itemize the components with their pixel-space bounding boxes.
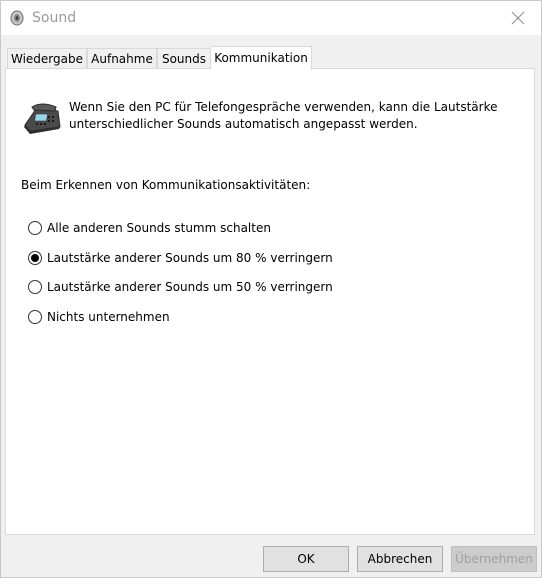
option-label: Nichts unternehmen	[47, 310, 170, 324]
option-label: Alle anderen Sounds stumm schalten	[47, 221, 271, 235]
close-button[interactable]	[495, 1, 541, 35]
tab-wiedergabe[interactable]: Wiedergabe	[7, 48, 87, 69]
section-label: Beim Erkennen von Kommunikationsaktivitä…	[21, 178, 311, 192]
sound-dialog: Sound Wiedergabe Aufnahme Sounds Kommuni…	[0, 0, 542, 578]
option-reduce-50[interactable]: Lautstärke anderer Sounds um 50 % verrin…	[28, 278, 333, 296]
option-mute-all[interactable]: Alle anderen Sounds stumm schalten	[28, 219, 271, 237]
ok-button[interactable]: OK	[263, 546, 349, 572]
tab-sounds[interactable]: Sounds	[157, 48, 211, 69]
intro-line-2: unterschiedlicher Sounds automatisch ang…	[69, 117, 418, 131]
communication-panel: Wenn Sie den PC für Telefongespräche ver…	[5, 68, 535, 535]
option-reduce-80[interactable]: Lautstärke anderer Sounds um 80 % verrin…	[28, 249, 333, 267]
tab-aufnahme[interactable]: Aufnahme	[87, 48, 157, 69]
title-bar[interactable]: Sound	[1, 1, 541, 35]
radio-button-selected[interactable]	[28, 251, 42, 265]
radio-button[interactable]	[28, 280, 42, 294]
option-label: Lautstärke anderer Sounds um 80 % verrin…	[47, 251, 333, 265]
window-title: Sound	[32, 10, 77, 26]
close-icon	[511, 11, 525, 25]
radio-button[interactable]	[28, 221, 42, 235]
intro-text: Wenn Sie den PC für Telefongespräche ver…	[69, 99, 509, 133]
apply-button[interactable]: Übernehmen	[451, 546, 537, 572]
cancel-button[interactable]: Abbrechen	[357, 546, 443, 572]
intro-line-1: Wenn Sie den PC für Telefongespräche ver…	[69, 100, 498, 114]
option-do-nothing[interactable]: Nichts unternehmen	[28, 308, 170, 326]
option-label: Lautstärke anderer Sounds um 50 % verrin…	[47, 280, 333, 294]
speaker-icon	[10, 10, 24, 26]
telephone-icon	[24, 103, 61, 134]
tab-kommunikation[interactable]: Kommunikation	[210, 46, 312, 70]
radio-button[interactable]	[28, 310, 42, 324]
